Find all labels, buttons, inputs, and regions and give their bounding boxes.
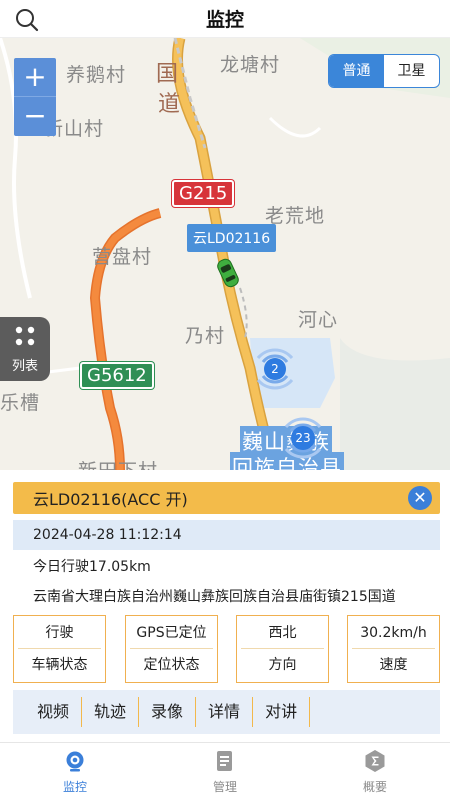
bottom-tab-bar: 监控 管理 概要 [0,742,450,800]
status-value: 西北 [241,616,324,649]
intercom-button[interactable]: 对讲 [253,697,311,727]
zoom-out-button[interactable]: − [14,97,56,136]
status-value: 行驶 [18,616,101,649]
place-label: 营盘村 [92,246,153,268]
vehicle-title: 云LD02116(ACC 开) [33,490,188,509]
place-label: 乃村 [185,325,226,347]
top-header: 监控 [0,0,450,38]
place-label: 新田下村 [78,456,158,470]
place-label: 乐槽 [0,392,41,414]
tab-label: 监控 [62,780,87,794]
action-bar: 视频 轨迹 录像 详情 对讲 [13,690,440,734]
status-key: 定位状态 [143,657,200,673]
monitor-icon [66,751,84,772]
map-type-switch: 普通 卫星 [328,54,440,88]
vehicle-header: 云LD02116(ACC 开) ✕ [13,482,440,514]
map-type-normal[interactable]: 普通 [329,55,384,87]
tab-label: 管理 [212,780,237,794]
map-type-satellite[interactable]: 卫星 [384,55,439,87]
tab-manage[interactable]: 管理 [150,743,300,800]
recording-button[interactable]: 录像 [139,697,197,727]
video-button[interactable]: 视频 [25,697,83,727]
place-label: 河心 [298,309,339,331]
cluster-count: 2 [271,362,279,376]
vehicle-address: 云南省大理白族自治州巍山彝族回族自治县庙街镇215国道 [33,589,396,605]
status-box-direction: 西北 方向 [236,615,329,683]
cluster-marker[interactable]: 2 [248,342,302,396]
track-button[interactable]: 轨迹 [82,697,140,727]
status-key: 车辆状态 [31,657,88,673]
place-label: 养鹅村 [66,64,127,86]
grid-icon [15,326,35,346]
status-box-vehicle: 行驶 车辆状态 [13,615,106,683]
search-icon[interactable] [14,7,40,33]
tab-label: 概要 [362,780,387,794]
details-button[interactable]: 详情 [196,697,254,727]
road-shield-g215: G215 [172,180,235,207]
status-key: 方向 [268,657,297,673]
zoom-in-button[interactable]: + [14,58,56,97]
road-name-label: 道 [158,92,182,117]
summary-icon [365,750,385,772]
road-shield-g5612: G5612 [80,362,154,389]
place-label: 龙塘村 [220,54,281,76]
vehicle-datetime: 2024-04-28 11:12:14 [13,520,440,550]
road-name-label: 国 [156,62,180,87]
status-key: 速度 [379,657,408,673]
list-button-label: 列表 [11,359,38,374]
status-value: 30.2km/h [352,616,435,649]
status-box-gps: GPS已定位 定位状态 [125,615,218,683]
tab-monitor[interactable]: 监控 [0,743,150,800]
manage-icon [217,751,232,771]
vehicle-mileage: 今日行驶17.05km [33,559,151,575]
status-box-speed: 30.2km/h 速度 [347,615,440,683]
status-value: GPS已定位 [130,616,213,649]
car-icon[interactable] [215,256,241,290]
vehicle-label[interactable]: 云LD02116 [187,224,277,252]
page-title: 监控 [205,9,244,31]
map-background [0,38,450,470]
map-view[interactable]: 养鹅村 龙塘村 新山村 老荒地 营盘村 河心 乃村 乐槽 新田下村 国 道 巍山… [0,38,450,470]
zoom-control: + − [14,58,56,136]
close-icon[interactable]: ✕ [408,486,432,510]
vehicle-info-panel: 云LD02116(ACC 开) ✕ 2024-04-28 11:12:14 今日… [0,470,450,742]
tab-summary[interactable]: 概要 [300,743,450,800]
list-button[interactable]: 列表 [0,317,50,381]
cluster-marker[interactable]: 23 [276,411,330,465]
cluster-count: 23 [295,431,311,445]
